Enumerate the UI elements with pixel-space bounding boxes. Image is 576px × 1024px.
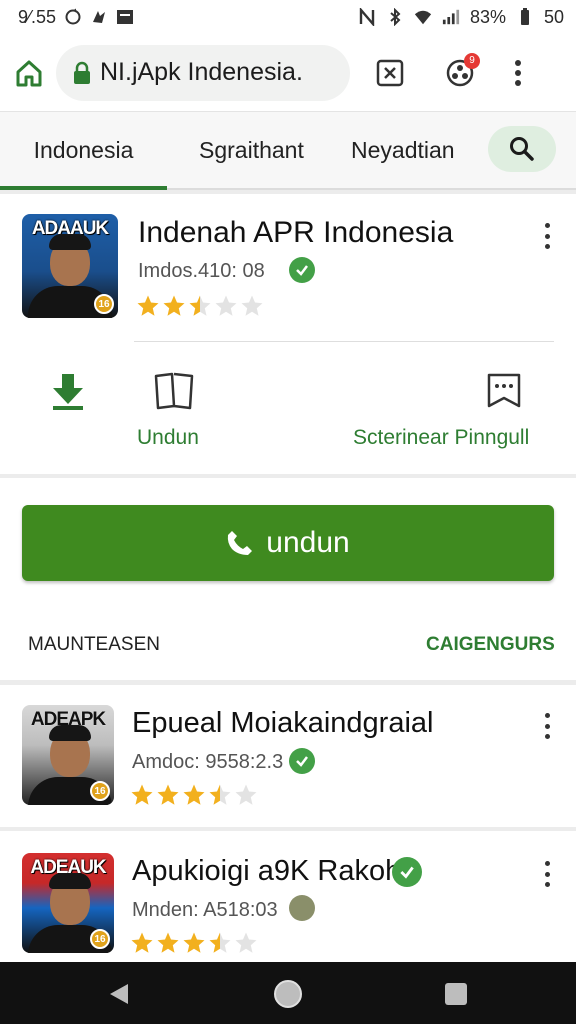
app-icon: ADEAUK 16 — [22, 853, 114, 953]
star-full-icon — [131, 932, 153, 953]
star-half-icon — [189, 295, 211, 316]
app-meta: Imdos.410: 08 — [138, 260, 265, 282]
action-share-label[interactable]: Scterinear Pinngull — [353, 426, 529, 450]
tab-neyadtian[interactable]: Neyadtian — [351, 112, 455, 188]
browser-toolbar: NI.jApk Indenesia. 9 — [0, 34, 576, 112]
app-title: Indenah APR Indonesia — [138, 216, 454, 249]
lock-icon — [72, 61, 92, 85]
url-text: NI.jApk Indenesia. — [100, 58, 303, 86]
verified-check-icon — [289, 257, 315, 283]
star-full-icon — [157, 932, 179, 953]
verified-check-icon — [392, 857, 422, 887]
verified-check-icon — [289, 748, 315, 774]
app-title: Epueal Moiakaindgraial — [132, 707, 434, 739]
sync-icon — [64, 8, 82, 26]
undun-button-label: undun — [266, 526, 350, 559]
home-nav-icon[interactable] — [272, 978, 304, 1010]
app-icon: ADAAUK 16 — [22, 214, 118, 318]
app-badge: 16 — [94, 294, 114, 314]
app-meta: Mnden: A518:03 — [132, 899, 278, 921]
app-menu-icon[interactable] — [537, 713, 557, 739]
app-icon: ADEAPK 16 — [22, 705, 114, 805]
app-meta: Amdoc: 9558:2.3 — [132, 751, 284, 773]
recents-icon[interactable] — [444, 982, 468, 1006]
download-arrow-icon[interactable] — [50, 372, 86, 412]
divider — [134, 341, 554, 342]
app-badge: 16 — [90, 929, 110, 949]
list-item[interactable]: ADEAUK 16 Apukioigi a9K Rakoh Mnden: A51… — [0, 831, 576, 962]
star-full-icon — [137, 295, 159, 316]
section-right-link[interactable]: CAIGENGURS — [426, 634, 555, 656]
back-icon[interactable] — [106, 981, 132, 1007]
star-empty-icon — [235, 784, 257, 805]
tab-sgraithant[interactable]: Sgraithant — [199, 112, 304, 188]
notification-badge: 9 — [464, 52, 480, 69]
undun-button[interactable]: undun — [22, 505, 554, 581]
featured-app-card[interactable]: ADAAUK 16 Indenah APR Indonesia Imdos.41… — [0, 194, 576, 474]
app-menu-icon[interactable] — [537, 861, 557, 887]
action-undun-label[interactable]: Undun — [137, 426, 199, 450]
status-time: 9⁄.55 — [18, 6, 57, 27]
app-badge: 16 — [90, 781, 110, 801]
bluetooth-icon — [386, 8, 404, 26]
status-bar: 9⁄.55 83% 50 — [0, 0, 576, 34]
developer-avatar-icon — [289, 895, 315, 921]
tab-label: Indonesia — [33, 136, 134, 163]
star-empty-icon — [235, 932, 257, 953]
book-icon[interactable] — [152, 370, 196, 410]
wifi-icon — [414, 8, 432, 26]
rating-stars — [136, 294, 264, 318]
app-notification-icon — [90, 8, 108, 26]
tab-label: Neyadtian — [351, 136, 455, 163]
battery-text: 83% — [469, 6, 506, 27]
system-nav-bar — [0, 962, 576, 1024]
signal-icon — [442, 8, 460, 26]
extensions-icon[interactable]: 9 — [444, 52, 480, 89]
tab-indonesia[interactable]: Indonesia — [0, 112, 167, 190]
star-full-icon — [157, 784, 179, 805]
app-menu-icon[interactable] — [537, 223, 557, 249]
message-icon[interactable] — [486, 372, 522, 410]
tab-label: Sgraithant — [199, 136, 304, 163]
star-full-icon — [183, 932, 205, 953]
app-title: Apukioigi a9K Rakoh — [132, 855, 402, 887]
category-tabs: Indonesia Sgraithant Neyadtian — [0, 112, 576, 190]
phone-icon — [226, 529, 254, 557]
section-left-label: MAUNTEASEN — [28, 634, 160, 655]
home-icon[interactable] — [14, 58, 44, 88]
nfc-icon — [358, 8, 376, 26]
search-icon — [509, 136, 535, 162]
battery-icon — [516, 8, 534, 26]
star-full-icon — [131, 784, 153, 805]
more-options-icon[interactable] — [514, 59, 522, 87]
star-half-icon — [209, 784, 231, 805]
rating-stars — [130, 783, 258, 807]
star-full-icon — [183, 784, 205, 805]
list-item[interactable]: ADEAPK 16 Epueal Moiakaindgraial Amdoc: … — [0, 685, 576, 827]
url-bar[interactable]: NI.jApk Indenesia. — [56, 44, 350, 101]
close-tab-icon[interactable] — [376, 59, 404, 87]
signal-text: 50 — [543, 6, 564, 27]
search-button[interactable] — [488, 126, 556, 172]
star-full-icon — [163, 295, 185, 316]
star-half-icon — [209, 932, 231, 953]
rating-stars — [130, 931, 258, 955]
star-empty-icon — [241, 295, 263, 316]
gallery-icon — [116, 8, 134, 26]
star-empty-icon — [215, 295, 237, 316]
